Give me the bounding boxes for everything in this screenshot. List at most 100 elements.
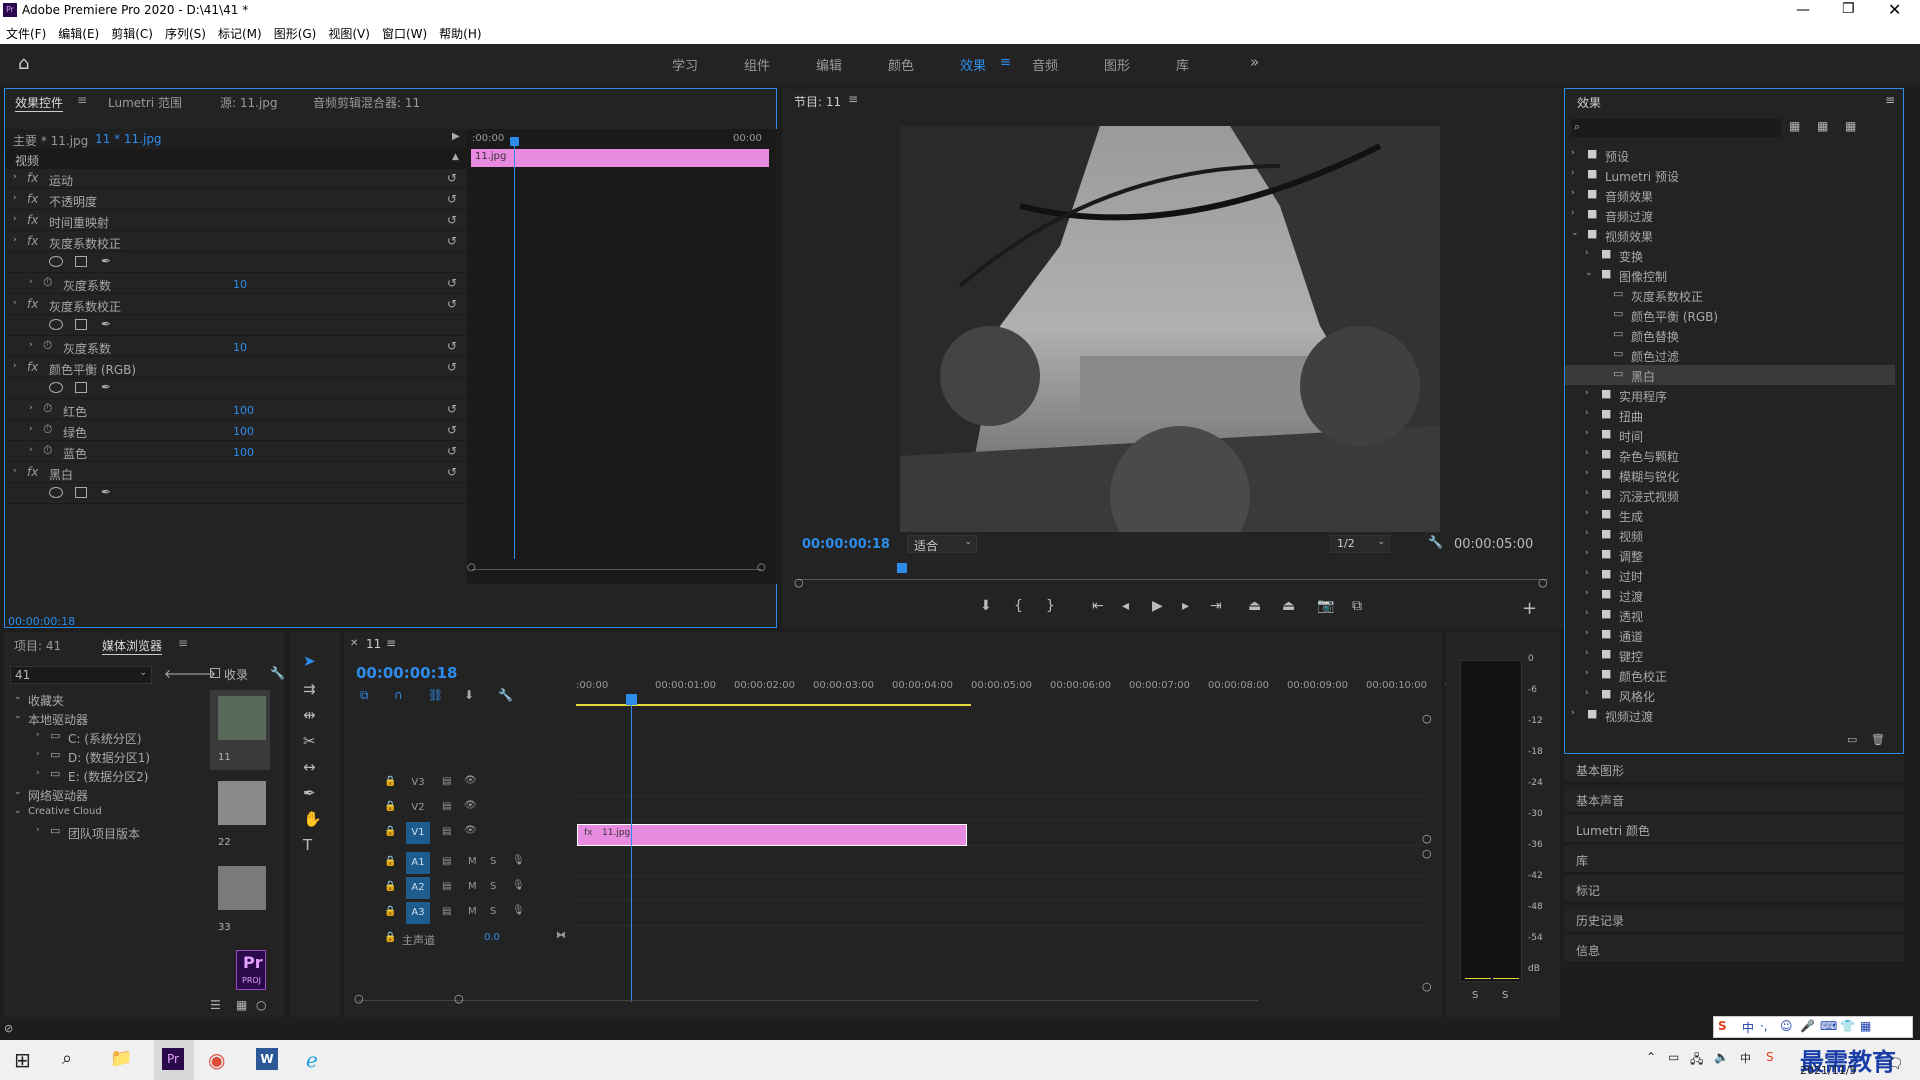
workspace-tab[interactable]: 编辑	[816, 55, 842, 74]
effects-tree-item[interactable]: ▭ 黑白	[1565, 365, 1895, 385]
track-lane[interactable]	[576, 875, 1424, 876]
stopwatch-icon[interactable]: ⏱	[43, 401, 52, 416]
fit-select[interactable]: 适合 ⌄	[907, 535, 977, 553]
resolution-select[interactable]: 1/2 ⌄	[1330, 535, 1390, 553]
pen-mask-icon[interactable]: ✒	[101, 317, 111, 331]
project-tree-item[interactable]: › ▭ D: (数据分区1)	[10, 747, 206, 767]
menu-item[interactable]: 编辑(E)	[52, 22, 105, 45]
sogou-icon[interactable]: S	[1766, 1050, 1774, 1064]
effects-tree-item[interactable]: ▭ 灰度系数校正	[1565, 285, 1895, 305]
lock-icon[interactable]: 🔒	[384, 932, 396, 943]
chevron-down-icon[interactable]: ⌄	[14, 787, 22, 797]
chevron-right-icon[interactable]: ›	[1571, 208, 1575, 218]
zoom-end-handle[interactable]: ○	[1538, 576, 1548, 589]
media-thumbnail[interactable]: 33	[210, 860, 270, 940]
reset-icon[interactable]: ↺	[447, 297, 457, 311]
lock-icon[interactable]: 🔒	[384, 801, 396, 812]
stopwatch-icon[interactable]: ⏱	[43, 422, 52, 437]
wrench-icon[interactable]: 🔧	[270, 666, 285, 680]
list-view-icon[interactable]: ☰	[210, 998, 221, 1012]
camera-icon[interactable]: 📷	[1317, 598, 1334, 614]
project-tree-item[interactable]: › ▭ C: (系统分区)	[10, 728, 206, 748]
plus-icon[interactable]: +	[1522, 598, 1537, 619]
lock-icon[interactable]: 🔒	[384, 906, 396, 917]
ec-playhead[interactable]	[514, 143, 515, 559]
effects-tree-item[interactable]: ⌄ ■ 视频效果	[1565, 225, 1895, 245]
chevron-right-icon[interactable]: ›	[13, 466, 17, 476]
meter-solo-right[interactable]: S	[1502, 990, 1508, 1001]
ec-prop-row[interactable]: › fx 颜色平衡 (RGB) ↺	[5, 358, 465, 378]
workspace-tab[interactable]: 颜色	[888, 55, 914, 74]
ec-prop-row[interactable]: › ⏱ 红色 100 ↺	[5, 400, 465, 420]
effects-tree-item[interactable]: › ■ 透视	[1565, 605, 1895, 625]
chevron-right-icon[interactable]: ›	[1585, 528, 1589, 538]
eye-icon[interactable]: 👁	[464, 775, 477, 786]
stopwatch-icon[interactable]: ⏱	[43, 338, 52, 353]
file-explorer-icon[interactable]: 📁	[110, 1048, 132, 1069]
chevron-right-icon[interactable]: ›	[1585, 508, 1589, 518]
meter-solo-left[interactable]: S	[1472, 990, 1478, 1001]
chevron-right-icon[interactable]: ›	[29, 445, 33, 455]
ec-prop-value[interactable]: 10	[233, 278, 247, 291]
fx-badge-icon[interactable]: fx	[27, 171, 38, 185]
add-marker-icon[interactable]: ⬇	[464, 688, 474, 702]
close-tab-icon[interactable]: ✕	[350, 638, 358, 649]
ec-prop-row[interactable]: › fx 灰度系数校正 ↺	[5, 232, 465, 252]
effects-tree-item[interactable]: › ■ 风格化	[1565, 685, 1895, 705]
chevron-right-icon[interactable]: ›	[1585, 628, 1589, 638]
type-tool-icon[interactable]: T	[303, 836, 312, 854]
rect-mask-icon[interactable]	[75, 319, 87, 330]
ec-zoom-end-handle[interactable]: ○	[757, 562, 766, 573]
fx-badge-icon[interactable]: fx	[27, 213, 38, 227]
chevron-right-icon[interactable]: ›	[1585, 448, 1589, 458]
chevron-right-icon[interactable]: ›	[1585, 608, 1589, 618]
eye-icon[interactable]: 👁	[464, 825, 477, 836]
program-playhead[interactable]	[897, 563, 907, 573]
ingest-checkbox[interactable]	[210, 668, 220, 678]
workspace-tab[interactable]: 音频	[1032, 55, 1058, 74]
punct-icon[interactable]: ·,	[1760, 1019, 1768, 1033]
ec-clip-bar[interactable]: 11.jpg	[471, 149, 769, 167]
track-lane[interactable]	[576, 820, 1424, 821]
sogou-logo-icon[interactable]: S	[1718, 1019, 1727, 1033]
chevron-right-icon[interactable]: ›	[13, 172, 17, 182]
project-tree-item[interactable]: ⌄ Creative Cloud	[10, 804, 206, 824]
master-volume[interactable]: 0.0	[484, 932, 500, 943]
effects-tree-item[interactable]: › ■ 调整	[1565, 545, 1895, 565]
collapsed-panel[interactable]: 信息	[1564, 935, 1904, 963]
sync-lock-icon[interactable]: ▤	[442, 906, 451, 917]
mic-icon[interactable]: 🎤	[1800, 1019, 1815, 1033]
ie-icon[interactable]: ℯ	[306, 1048, 318, 1072]
yuv-effects-icon[interactable]: ▦	[1845, 119, 1856, 133]
effects-tree-item[interactable]: › ■ 预设	[1565, 145, 1895, 165]
zoom-slider[interactable]: ○	[256, 998, 266, 1012]
track-target[interactable]: A2	[406, 877, 430, 899]
lock-icon[interactable]: 🔒	[384, 776, 396, 787]
step-forward-icon[interactable]: ▸	[1182, 598, 1189, 614]
chevron-right-icon[interactable]: ›	[1571, 188, 1575, 198]
wrench-icon[interactable]: 🔧	[1428, 535, 1443, 549]
chevron-right-icon[interactable]: ›	[1585, 408, 1589, 418]
ime-lang[interactable]: 中	[1742, 1019, 1754, 1036]
scroll-end-handle[interactable]: ○	[454, 992, 464, 1005]
chevron-down-icon[interactable]: ⌄	[1585, 268, 1593, 278]
v-scroll-handle[interactable]: ○	[1422, 832, 1432, 845]
chrome-icon[interactable]: ◉	[208, 1048, 225, 1072]
reset-icon[interactable]: ↺	[447, 444, 457, 458]
32bit-effects-icon[interactable]: ▦	[1817, 119, 1828, 133]
ime-indicator[interactable]: 中	[1740, 1050, 1751, 1066]
fx-badge-icon[interactable]: fx	[27, 234, 38, 248]
ec-prop-row[interactable]: › fx 灰度系数校正 ↺	[5, 295, 465, 315]
snap-icon[interactable]: ∩	[394, 688, 403, 702]
play-only-icon[interactable]: ▶	[452, 131, 460, 142]
chevron-right-icon[interactable]: ›	[1585, 588, 1589, 598]
close-icon[interactable]: ✕	[1888, 0, 1901, 19]
chevron-right-icon[interactable]: ›	[13, 361, 17, 371]
timeline-menu-icon[interactable]: ≡	[386, 636, 396, 650]
reset-icon[interactable]: ↺	[447, 171, 457, 185]
v-scroll-handle[interactable]: ○	[1422, 980, 1432, 993]
path-select[interactable]: 41 ⌄	[10, 666, 152, 684]
ec-prop-value[interactable]: 100	[233, 425, 254, 438]
notification-icon[interactable]: 🗨	[1886, 1056, 1904, 1072]
chevron-right-icon[interactable]: ›	[1585, 668, 1589, 678]
